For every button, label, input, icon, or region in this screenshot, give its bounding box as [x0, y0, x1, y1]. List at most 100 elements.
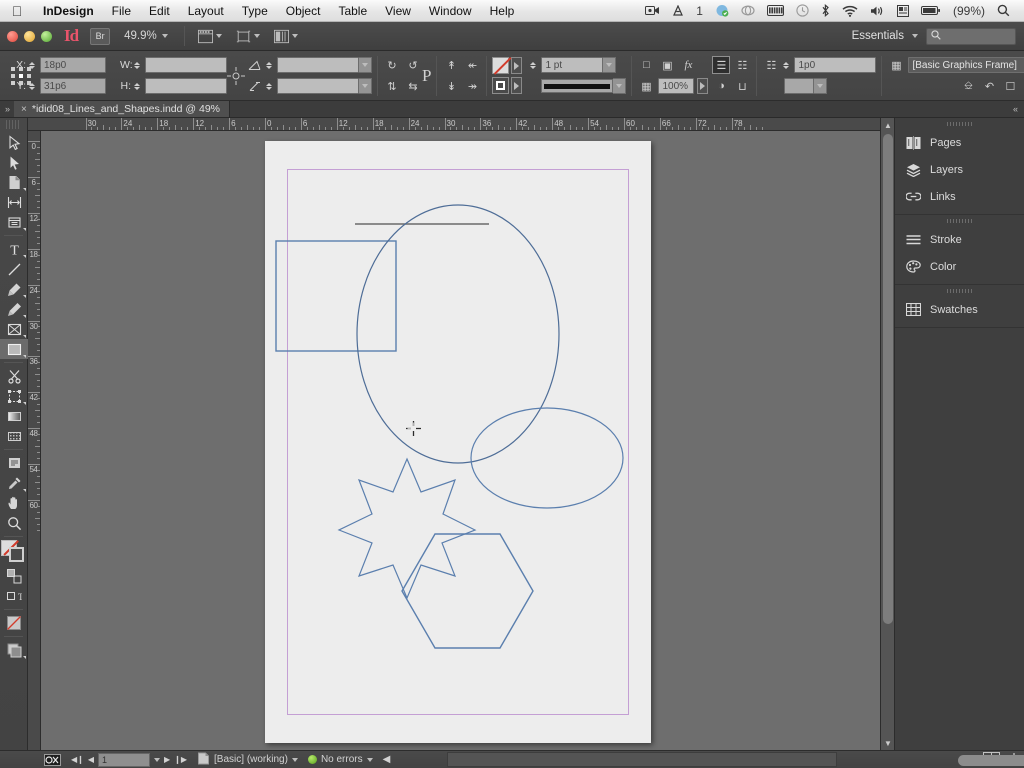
scissors-tool[interactable]	[0, 366, 28, 386]
selection-tool[interactable]	[0, 132, 28, 152]
page-tool[interactable]	[0, 172, 28, 192]
apply-color-button[interactable]	[0, 613, 28, 633]
text-frame-options-icon[interactable]: P	[422, 60, 431, 92]
object-style-dropdown[interactable]: [Basic Graphics Frame]	[908, 57, 1024, 73]
stroke-swatch[interactable]	[492, 77, 510, 94]
preflight-toggle[interactable]	[0, 751, 66, 768]
type-tool[interactable]: T	[0, 239, 28, 259]
gap-field[interactable]: 1p0	[794, 57, 877, 73]
dock-group-grip[interactable]	[895, 215, 1024, 226]
page-navigation[interactable]: ◀❙ ◀ 1 ▶ ❙▶	[66, 751, 192, 768]
previous-page-button[interactable]: ◀	[88, 755, 94, 764]
screen-recording-icon[interactable]	[639, 5, 666, 16]
scale-y-stepper[interactable]	[266, 82, 274, 90]
close-window-button[interactable]	[7, 30, 18, 42]
note-tool[interactable]	[0, 453, 28, 473]
effects-fx-button[interactable]: fx	[679, 56, 697, 74]
small-ellipse-shape[interactable]	[470, 407, 624, 509]
eyedropper-tool[interactable]	[0, 473, 28, 493]
x-field[interactable]: 18p0	[40, 57, 106, 73]
scroll-up-button[interactable]: ▲	[881, 118, 895, 132]
arrange-documents-button[interactable]	[267, 29, 305, 44]
scale-x-stepper[interactable]	[266, 61, 274, 69]
input-source-icon[interactable]	[891, 4, 915, 17]
creative-cloud-icon[interactable]	[735, 5, 761, 16]
panel-color[interactable]: Color	[895, 253, 1024, 280]
scale-y-dropdown[interactable]	[277, 78, 372, 94]
zoom-window-button[interactable]	[41, 30, 52, 42]
menu-item-help[interactable]: Help	[481, 0, 524, 22]
chevron-down-icon[interactable]	[359, 78, 372, 94]
expand-panels-icon[interactable]: »	[0, 104, 14, 114]
object-style-field[interactable]: [Basic Graphics Frame]	[908, 57, 1024, 73]
corner-options-icon[interactable]: □	[637, 56, 655, 74]
rotate-ccw-button[interactable]: ↻	[383, 56, 401, 74]
scale-x-dropdown[interactable]	[277, 57, 372, 73]
document-tab[interactable]: × *idid08_Lines_and_Shapes.indd @ 49%	[14, 101, 230, 117]
tool-submenu-indicator[interactable]	[23, 228, 26, 231]
flip-vertical-button[interactable]: ⇆	[404, 77, 422, 95]
fill-swatch[interactable]	[492, 57, 510, 74]
chevron-down-icon[interactable]	[154, 757, 161, 762]
align-bottom-button[interactable]: ↡	[442, 77, 460, 95]
vertical-scroll-thumb[interactable]	[883, 134, 893, 624]
time-machine-icon[interactable]	[790, 4, 815, 17]
gradient-feather-tool[interactable]	[0, 426, 28, 446]
tool-submenu-indicator[interactable]	[23, 255, 26, 258]
chevron-down-icon[interactable]	[814, 78, 828, 94]
horizontal-ruler[interactable]: 30 24 18 12 6 0 6 12 18 24 30 36 42 48 54 60 66 72 78	[28, 118, 880, 131]
chevron-down-icon[interactable]	[291, 34, 298, 38]
rectangle-tool[interactable]	[0, 339, 28, 359]
tool-submenu-indicator[interactable]	[23, 355, 26, 358]
free-transform-tool[interactable]	[0, 386, 28, 406]
menu-item-window[interactable]: Window	[420, 0, 481, 22]
scale-x-field[interactable]	[277, 57, 359, 73]
text-align-left-button[interactable]: ☰	[712, 56, 731, 74]
tool-submenu-indicator[interactable]	[23, 402, 26, 405]
gradient-swatch-tool[interactable]	[0, 406, 28, 426]
dock-group-grip[interactable]	[895, 285, 1024, 296]
gap-tool[interactable]	[0, 192, 28, 212]
document-page[interactable]	[265, 141, 651, 743]
chevron-down-icon[interactable]	[291, 757, 298, 762]
apple-icon[interactable]: 	[0, 3, 34, 19]
chevron-down-icon[interactable]	[359, 57, 372, 73]
scale-y-field[interactable]	[277, 78, 359, 94]
workspace-switcher[interactable]: Essentials	[852, 30, 904, 42]
menu-item-edit[interactable]: Edit	[140, 0, 179, 22]
width-stepper[interactable]	[134, 61, 142, 69]
zoom-level-control[interactable]: 49.9%	[110, 30, 178, 42]
vertical-ruler[interactable]: 0 6 12 18 24 30 36 42 48 54 60	[28, 131, 41, 750]
normal-view-mode-button[interactable]	[0, 640, 28, 660]
chevron-down-icon[interactable]	[613, 78, 627, 94]
tool-submenu-indicator[interactable]	[23, 188, 26, 191]
next-page-button[interactable]: ▶	[164, 755, 170, 764]
text-wrap-button[interactable]: ☷	[733, 56, 751, 74]
menu-item-object[interactable]: Object	[277, 0, 330, 22]
menu-item-layout[interactable]: Layout	[179, 0, 233, 22]
width-field[interactable]	[145, 57, 227, 73]
opacity-icon[interactable]: ▣	[658, 56, 676, 74]
stroke-type-dropdown[interactable]	[541, 78, 627, 94]
large-ellipse-shape[interactable]	[356, 204, 560, 464]
star-polygon-shape[interactable]	[337, 457, 477, 600]
opacity-field[interactable]: 100%	[658, 78, 695, 94]
wifi-icon[interactable]	[836, 5, 864, 17]
pen-tool[interactable]	[0, 279, 28, 299]
stroke-weight-field[interactable]: 1 pt	[541, 57, 604, 73]
horizontal-scrollbar[interactable]	[447, 752, 1024, 767]
zoom-tool[interactable]	[0, 513, 28, 533]
horizontal-scroll-thumb[interactable]	[958, 755, 1024, 766]
scroll-down-button[interactable]: ▼	[881, 736, 895, 750]
apply-none-button[interactable]: T	[0, 586, 28, 606]
chevron-down-icon[interactable]	[912, 34, 918, 38]
gap-stepper[interactable]	[783, 61, 791, 69]
chevron-down-icon[interactable]	[215, 34, 222, 38]
dock-group-grip[interactable]	[895, 118, 1024, 129]
y-field[interactable]: 31p6	[40, 78, 106, 94]
panel-stroke[interactable]: Stroke	[895, 226, 1024, 253]
spotlight-search-icon[interactable]	[991, 4, 1016, 17]
hand-tool[interactable]	[0, 493, 28, 513]
minimize-window-button[interactable]	[24, 30, 35, 42]
pencil-tool[interactable]	[0, 299, 28, 319]
